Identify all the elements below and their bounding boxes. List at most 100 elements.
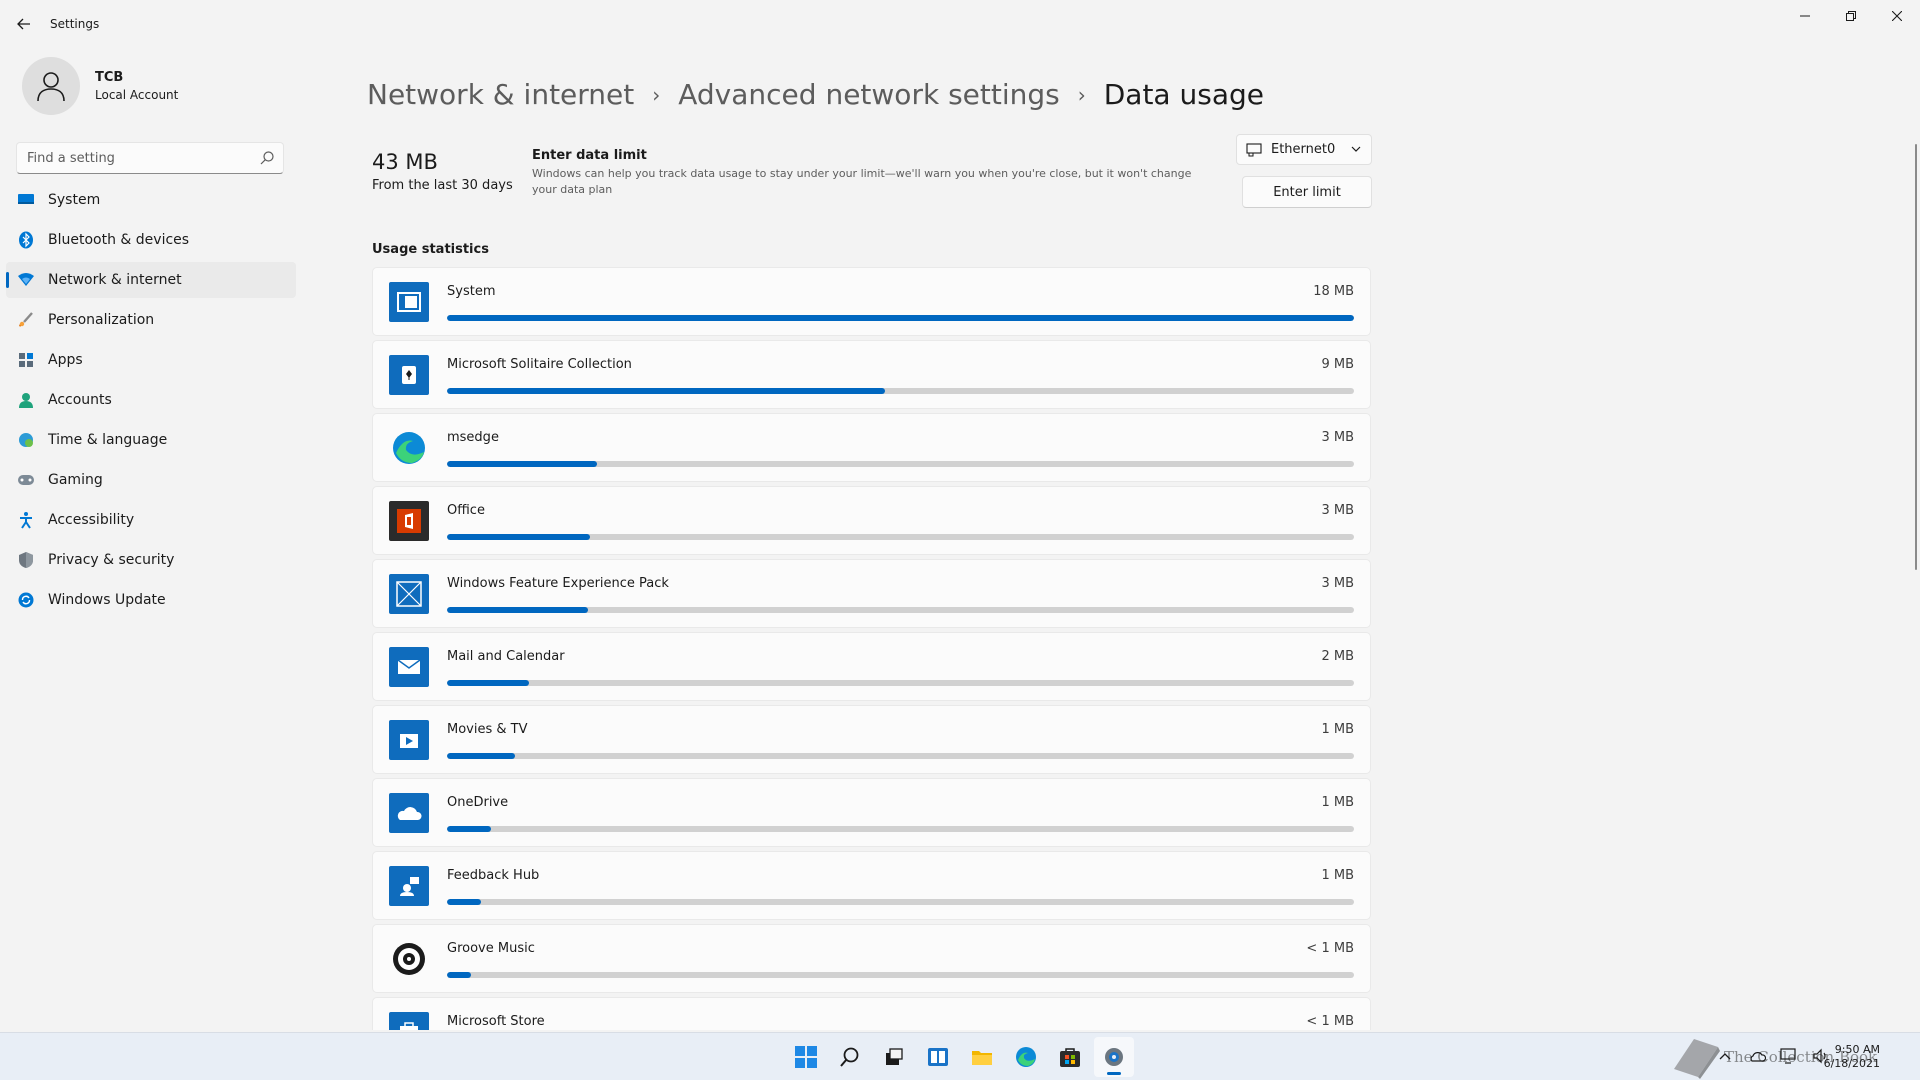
edge-icon (1016, 1047, 1036, 1067)
restore-button[interactable] (1828, 0, 1874, 32)
app-name: Office (447, 503, 485, 518)
sidebar-item-network[interactable]: Network & internet (6, 262, 296, 298)
breadcrumb-network[interactable]: Network & internet (367, 78, 634, 111)
profile-account-type: Local Account (95, 88, 179, 102)
search-icon (840, 1047, 859, 1067)
app-usage-row[interactable]: Microsoft Store < 1 MB (372, 997, 1371, 1030)
sidebar-item-personalization[interactable]: Personalization (6, 302, 296, 338)
app-name: Microsoft Solitaire Collection (447, 357, 632, 372)
app-usage-row[interactable]: msedge 3 MB (372, 413, 1371, 482)
accessibility-icon (16, 510, 36, 530)
restore-icon (1846, 11, 1856, 21)
edge-button[interactable] (1006, 1037, 1046, 1077)
app-usage-row[interactable]: Movies & TV 1 MB (372, 705, 1371, 774)
app-usage-row[interactable]: System 18 MB (372, 267, 1371, 336)
app-name: Microsoft Store (447, 1014, 545, 1029)
sidebar-item-bluetooth[interactable]: Bluetooth & devices (6, 222, 296, 258)
start-button[interactable] (786, 1037, 826, 1077)
app-usage-row[interactable]: Office 3 MB (372, 486, 1371, 555)
file-explorer-button[interactable] (962, 1037, 1002, 1077)
clock[interactable]: 9:50 AM 6/18/2021 (1824, 1043, 1880, 1071)
app-title: Settings (50, 17, 100, 31)
user-profile[interactable]: TCB Local Account (22, 57, 178, 115)
adapter-selected-value: Ethernet0 (1271, 142, 1336, 157)
close-button[interactable] (1874, 0, 1920, 32)
total-usage-value: 43 MB (372, 150, 438, 174)
minimize-button[interactable] (1782, 0, 1828, 32)
usage-bar-fill (447, 315, 1354, 321)
app-usage-row[interactable]: Windows Feature Experience Pack 3 MB (372, 559, 1371, 628)
sidebar-item-system[interactable]: System (6, 182, 296, 218)
network-adapter-dropdown[interactable]: Ethernet0 (1236, 134, 1372, 165)
start-icon (795, 1046, 817, 1068)
task-view-button[interactable] (874, 1037, 914, 1077)
widgets-icon (928, 1048, 948, 1066)
store-icon (1060, 1048, 1080, 1067)
ethernet-icon (1246, 142, 1262, 156)
taskbar-search-button[interactable] (830, 1037, 870, 1077)
chevron-up-icon[interactable] (1716, 1047, 1734, 1065)
data-limit-title: Enter data limit (532, 148, 647, 163)
app-usage-value: 18 MB (1313, 284, 1354, 299)
sidebar-item-privacy[interactable]: Privacy & security (6, 542, 296, 578)
widgets-button[interactable] (918, 1037, 958, 1077)
chevron-down-icon (1351, 146, 1361, 152)
app-usage-value: 3 MB (1321, 430, 1354, 445)
edge-icon (389, 428, 429, 468)
breadcrumb-advanced-network[interactable]: Advanced network settings (678, 78, 1059, 111)
network-icon[interactable] (1780, 1047, 1798, 1065)
app-usage-value: 2 MB (1321, 649, 1354, 664)
globe-clock-icon (16, 430, 36, 450)
app-usage-row[interactable]: OneDrive 1 MB (372, 778, 1371, 847)
sidebar-item-gaming[interactable]: Gaming (6, 462, 296, 498)
usage-bar-fill (447, 680, 529, 686)
mail-icon (389, 647, 429, 687)
sidebar-item-accessibility[interactable]: Accessibility (6, 502, 296, 538)
sidebar-item-label: Time & language (48, 432, 168, 448)
update-icon (16, 590, 36, 610)
cloud-icon[interactable] (1748, 1047, 1766, 1065)
file-explorer-icon (972, 1051, 992, 1065)
search-input[interactable] (17, 143, 247, 173)
sidebar-item-label: Windows Update (48, 592, 166, 608)
avatar (22, 57, 80, 115)
app-usage-value: < 1 MB (1306, 1014, 1354, 1029)
sidebar-item-label: Accessibility (48, 512, 135, 528)
monitor-icon (16, 190, 36, 210)
settings-button[interactable] (1094, 1037, 1134, 1077)
enter-limit-button[interactable]: Enter limit (1242, 176, 1372, 208)
minimize-icon (1800, 15, 1810, 17)
gamepad-icon (16, 470, 36, 490)
search-icon[interactable] (259, 150, 275, 166)
sidebar-item-label: Gaming (48, 472, 103, 488)
usage-bar-track (447, 753, 1354, 759)
feature-pack-icon (389, 574, 429, 614)
sidebar-item-label: Accounts (48, 392, 112, 408)
app-usage-row[interactable]: Microsoft Solitaire Collection 9 MB (372, 340, 1371, 409)
sidebar-nav: System Bluetooth & devices Network & int… (6, 182, 296, 622)
usage-bar-track (447, 607, 1354, 613)
sidebar-item-apps[interactable]: Apps (6, 342, 296, 378)
app-usage-row[interactable]: Mail and Calendar 2 MB (372, 632, 1371, 701)
app-usage-row[interactable]: Groove Music < 1 MB (372, 924, 1371, 993)
close-icon (1892, 11, 1902, 21)
shield-icon (16, 550, 36, 570)
wifi-icon (16, 270, 36, 290)
app-name: Groove Music (447, 941, 535, 956)
store-icon (389, 1012, 429, 1030)
usage-bar-fill (447, 753, 516, 759)
app-usage-value: 1 MB (1321, 868, 1354, 883)
usage-bar-track (447, 826, 1354, 832)
sidebar-item-time-language[interactable]: Time & language (6, 422, 296, 458)
apps-icon (16, 350, 36, 370)
sidebar-item-label: Bluetooth & devices (48, 232, 190, 248)
back-button[interactable] (10, 10, 38, 38)
sidebar-item-accounts[interactable]: Accounts (6, 382, 296, 418)
search-box (16, 142, 284, 174)
app-usage-row[interactable]: Feedback Hub 1 MB (372, 851, 1371, 920)
store-button[interactable] (1050, 1037, 1090, 1077)
usage-bar-track (447, 680, 1354, 686)
breadcrumb: Network & internet › Advanced network se… (367, 78, 1264, 111)
scrollbar[interactable] (1915, 144, 1917, 570)
sidebar-item-windows-update[interactable]: Windows Update (6, 582, 296, 618)
